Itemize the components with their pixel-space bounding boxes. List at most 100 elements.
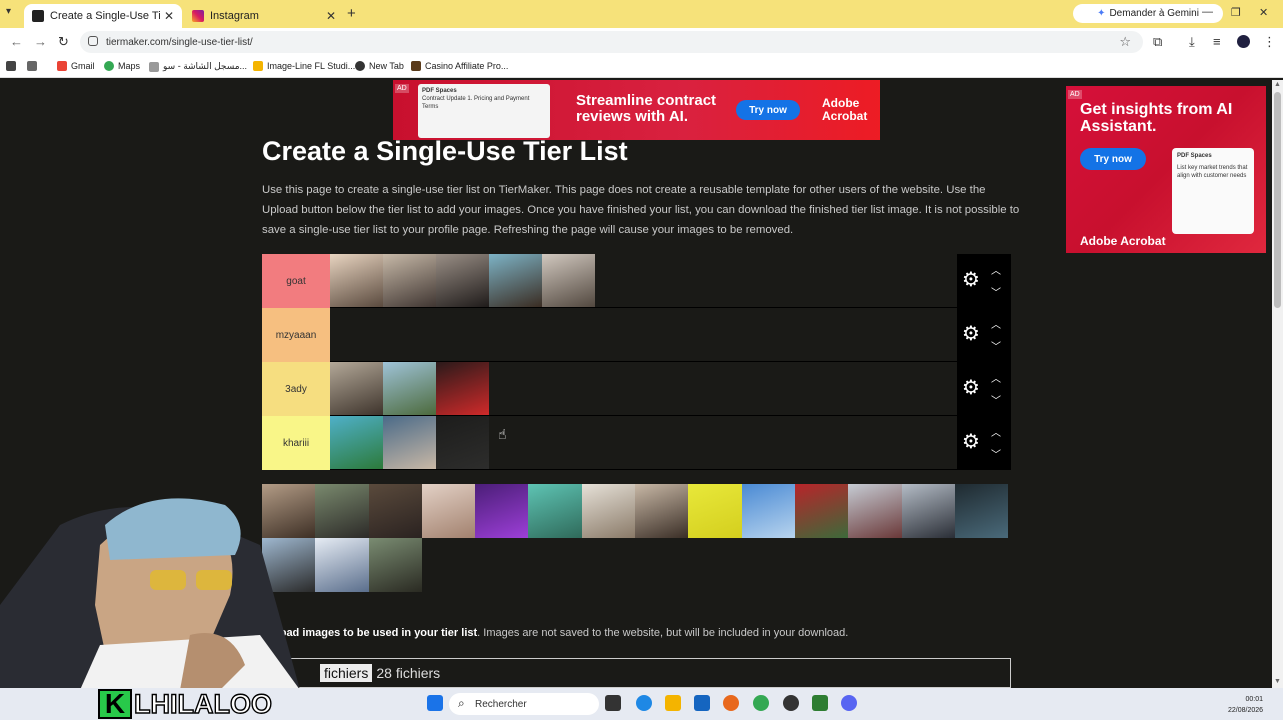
firefox-icon[interactable] <box>723 695 739 711</box>
menu-icon[interactable]: ⋮ <box>1263 34 1276 50</box>
tab-tiermaker[interactable]: Create a Single-Use Tier List (R ✕ <box>24 4 182 28</box>
close-tab-icon[interactable]: ✕ <box>326 9 336 23</box>
tier-label[interactable]: khariii <box>262 416 330 470</box>
settings-gear-icon[interactable]: ⚙ <box>962 432 980 452</box>
obs-icon[interactable] <box>783 695 799 711</box>
profile-avatar[interactable] <box>1237 35 1250 48</box>
browser-toolbar: ← → ↻ tiermaker.com/single-use-tier-list… <box>0 28 1283 56</box>
windows-start-icon[interactable] <box>427 695 443 711</box>
settings-gear-icon[interactable]: ⚙ <box>962 324 980 344</box>
pool-image[interactable] <box>848 484 902 538</box>
tier-image[interactable] <box>330 254 383 307</box>
close-tab-icon[interactable]: ✕ <box>164 9 174 23</box>
choose-files-button[interactable]: fichiers <box>320 664 373 682</box>
move-up-icon[interactable]: ︿ <box>991 370 1001 385</box>
back-icon[interactable]: ← <box>10 34 23 49</box>
bookmark-fl-studio[interactable]: Image-Line FL Studi... <box>253 61 355 71</box>
pool-image[interactable] <box>475 484 529 538</box>
pool-image[interactable] <box>315 484 369 538</box>
app-icon[interactable] <box>812 695 828 711</box>
bookmark-gmail[interactable]: Gmail <box>57 61 95 71</box>
pool-image[interactable] <box>315 538 369 592</box>
move-up-icon[interactable]: ︿ <box>991 424 1001 439</box>
pool-image[interactable] <box>954 484 1009 538</box>
ad-card-title: PDF Spaces <box>422 88 457 94</box>
move-up-icon[interactable]: ︿ <box>991 262 1001 277</box>
reload-icon[interactable]: ↻ <box>58 34 69 50</box>
tier-image[interactable] <box>383 254 436 307</box>
close-window-icon[interactable]: ✕ <box>1259 6 1268 19</box>
move-down-icon[interactable]: ﹀ <box>991 392 1001 407</box>
scroll-up-icon[interactable]: ▲ <box>1274 81 1281 88</box>
pool-image[interactable] <box>368 484 422 538</box>
search-placeholder: Rechercher <box>475 698 527 710</box>
pool-image[interactable] <box>688 484 742 538</box>
pool-image[interactable] <box>581 484 636 538</box>
edge-icon[interactable] <box>636 695 652 711</box>
tier-image[interactable] <box>489 254 542 307</box>
ad-try-now-button[interactable]: Try now <box>736 100 800 120</box>
tier-image[interactable] <box>542 254 595 307</box>
pool-image[interactable] <box>635 484 689 538</box>
site-info-icon[interactable] <box>88 36 98 46</box>
address-bar[interactable]: tiermaker.com/single-use-tier-list/ ☆ <box>80 31 1143 53</box>
settings-gear-icon[interactable]: ⚙ <box>962 270 980 290</box>
move-down-icon[interactable]: ﹀ <box>991 284 1001 299</box>
pool-image[interactable] <box>901 484 955 538</box>
task-view-icon[interactable] <box>605 695 621 711</box>
store-icon[interactable] <box>694 695 710 711</box>
settings-gear-icon[interactable]: ⚙ <box>962 378 980 398</box>
media-icon[interactable]: ≡ <box>1213 34 1221 49</box>
bookmark-screen-recorder[interactable]: مسجل الشاشة - سو... <box>149 61 247 72</box>
move-down-icon[interactable]: ﹀ <box>991 446 1001 461</box>
file-explorer-icon[interactable] <box>665 695 681 711</box>
pool-image[interactable] <box>368 538 422 592</box>
bookmark-star-icon[interactable]: ☆ <box>1119 34 1131 50</box>
tier-image[interactable] <box>383 362 436 415</box>
streamer-name-overlay: K LHILALOO <box>98 688 273 720</box>
restore-icon[interactable]: ❐ <box>1231 6 1241 19</box>
side-banner-ad[interactable]: AD Get insights from AI Assistant. Try n… <box>1066 86 1266 253</box>
apps-icon[interactable] <box>6 61 20 71</box>
page-scrollbar[interactable]: ▲ ▼ <box>1272 80 1283 688</box>
gemini-button[interactable]: ✦ Demander à Gemini <box>1073 4 1223 23</box>
chrome-icon[interactable] <box>753 695 769 711</box>
bookmarks-bar: Gmail Maps مسجل الشاشة - سو... Image-Lin… <box>0 56 1283 78</box>
bookmark-maps[interactable]: Maps <box>104 61 140 71</box>
tier-label[interactable]: mzyaaan <box>262 308 330 362</box>
tier-image[interactable] <box>383 416 436 469</box>
ad-try-now-button[interactable]: Try now <box>1080 148 1146 170</box>
new-tab-icon[interactable]: + <box>347 5 356 22</box>
tier-image[interactable] <box>330 416 383 469</box>
taskbar-search[interactable]: ⌕ Rechercher <box>449 693 599 715</box>
move-up-icon[interactable]: ︿ <box>991 316 1001 331</box>
scroll-thumb[interactable] <box>1274 92 1281 308</box>
forward-icon[interactable]: → <box>34 34 47 49</box>
pool-image[interactable] <box>794 484 849 538</box>
tier-image[interactable] <box>436 254 489 307</box>
tab-instagram[interactable]: Instagram ✕ <box>184 4 344 28</box>
tier-image[interactable] <box>330 362 383 415</box>
grid-icon[interactable] <box>27 61 41 71</box>
tier-label[interactable]: 3ady <box>262 362 330 416</box>
tab-search-icon[interactable]: ▾ <box>6 6 11 17</box>
bookmark-new-tab[interactable]: New Tab <box>355 61 404 71</box>
system-clock[interactable]: 00:01 22/08/2026 <box>1228 694 1263 716</box>
move-down-icon[interactable]: ﹀ <box>991 338 1001 353</box>
pool-image[interactable] <box>421 484 476 538</box>
scroll-down-icon[interactable]: ▼ <box>1274 678 1281 685</box>
pool-image[interactable] <box>741 484 795 538</box>
bookmark-casino[interactable]: Casino Affiliate Pro... <box>411 61 508 71</box>
tier-label[interactable]: goat <box>262 254 330 308</box>
tier-image[interactable] <box>436 362 489 415</box>
discord-icon[interactable] <box>841 695 857 711</box>
top-banner-ad[interactable]: AD PDF Spaces Contract Update 1. Pricing… <box>393 80 880 140</box>
pool-image[interactable] <box>528 484 582 538</box>
minimize-icon[interactable]: — <box>1202 6 1213 18</box>
upload-description: Upload images to be used in your tier li… <box>262 627 848 639</box>
file-upload-input[interactable]: fichiers 28 fichiers <box>262 658 1011 688</box>
tier-row-mzyaaan: mzyaaan ⚙ ︿ ﹀ <box>262 308 1011 362</box>
extensions-icon[interactable]: ⧉ <box>1153 34 1162 50</box>
tier-image[interactable] <box>436 416 489 469</box>
download-icon[interactable]: ⤓ <box>1189 34 1195 50</box>
